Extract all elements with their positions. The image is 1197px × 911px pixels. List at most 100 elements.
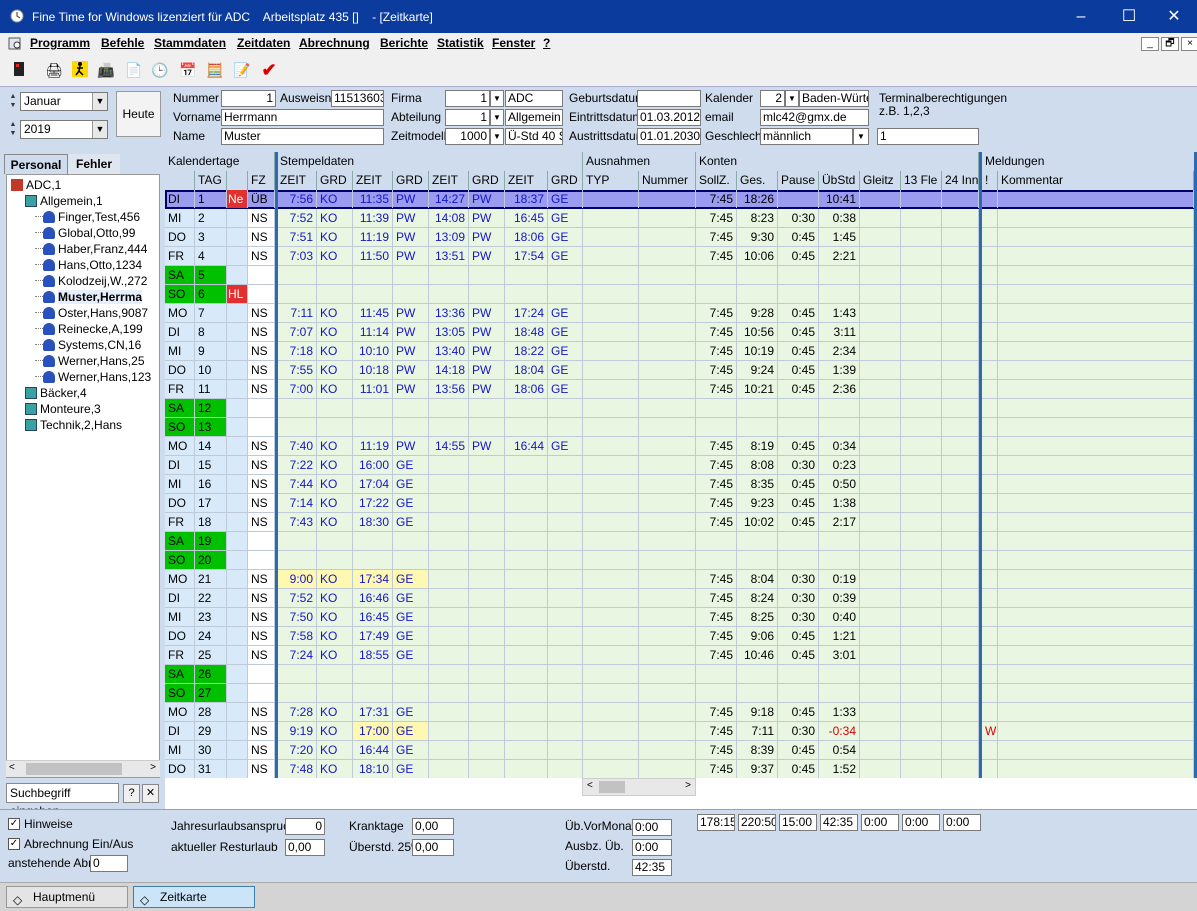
cell-gleitz[interactable] xyxy=(860,570,901,588)
column-header[interactable]: TAG xyxy=(195,171,227,190)
mdi-restore-button[interactable]: 🗗 xyxy=(1161,37,1179,51)
cell-warn[interactable] xyxy=(982,323,998,341)
cell-z4[interactable] xyxy=(505,608,548,626)
cell-i24[interactable] xyxy=(942,209,979,227)
cell-g3[interactable] xyxy=(469,646,505,664)
cell-wd[interactable]: SA xyxy=(165,532,195,550)
cell-pause[interactable]: 0:30 xyxy=(778,722,819,740)
cell-g2[interactable]: GE xyxy=(393,456,429,474)
cell-g4[interactable] xyxy=(548,456,583,474)
cell-ueb[interactable] xyxy=(819,532,860,550)
cell-z1[interactable]: 9:00 xyxy=(277,570,317,588)
cell-soll[interactable]: 7:45 xyxy=(696,228,737,246)
cell-g4[interactable] xyxy=(548,513,583,531)
cell-warn[interactable] xyxy=(982,570,998,588)
cell-soll[interactable]: 7:45 xyxy=(696,646,737,664)
cell-z4[interactable]: 16:45 xyxy=(505,209,548,227)
cell-z3[interactable] xyxy=(429,399,469,417)
cell-f13[interactable] xyxy=(901,570,942,588)
abrechnung-checkbox[interactable]: ✓ xyxy=(8,838,20,850)
cell-komm[interactable] xyxy=(998,380,1194,398)
cell-z3[interactable] xyxy=(429,418,469,436)
cell-i24[interactable] xyxy=(942,741,979,759)
vorname-field[interactable]: Herrmann xyxy=(221,109,384,126)
cell-ges[interactable]: 9:18 xyxy=(737,703,778,721)
cell-mark[interactable] xyxy=(227,494,248,512)
cell-z4[interactable]: 16:44 xyxy=(505,437,548,455)
cell-day[interactable]: 10 xyxy=(195,361,227,379)
ueberstd-field[interactable]: 42:35 xyxy=(632,859,672,876)
cell-i24[interactable] xyxy=(942,722,979,740)
cell-komm[interactable] xyxy=(998,703,1194,721)
cell-z1[interactable]: 7:07 xyxy=(277,323,317,341)
cell-typ[interactable] xyxy=(583,361,639,379)
cell-z1[interactable] xyxy=(277,399,317,417)
cell-i24[interactable] xyxy=(942,285,979,303)
cell-z2[interactable]: 11:19 xyxy=(353,228,393,246)
cell-warn[interactable] xyxy=(982,684,998,702)
cell-z4[interactable] xyxy=(505,513,548,531)
cell-z2[interactable]: 17:04 xyxy=(353,475,393,493)
cell-pause[interactable] xyxy=(778,532,819,550)
cell-fz[interactable] xyxy=(248,285,275,303)
cell-g3[interactable] xyxy=(469,456,505,474)
cell-z3[interactable]: 14:27 xyxy=(429,190,469,208)
cell-num[interactable] xyxy=(639,513,696,531)
cell-z4[interactable] xyxy=(505,760,548,778)
cell-komm[interactable] xyxy=(998,741,1194,759)
cell-g3[interactable] xyxy=(469,627,505,645)
cell-z1[interactable]: 7:14 xyxy=(277,494,317,512)
cell-komm[interactable] xyxy=(998,228,1194,246)
cell-fz[interactable]: NS xyxy=(248,760,275,778)
cell-ueb[interactable]: 0:23 xyxy=(819,456,860,474)
cell-i24[interactable] xyxy=(942,646,979,664)
chevron-down-icon[interactable]: ▼ xyxy=(785,90,799,107)
cell-gleitz[interactable] xyxy=(860,380,901,398)
zeitmodell-nr-field[interactable]: 1000 xyxy=(445,128,490,145)
menu-befehle[interactable]: Befehle xyxy=(101,36,144,50)
cell-g4[interactable] xyxy=(548,703,583,721)
cell-z3[interactable] xyxy=(429,760,469,778)
search-help-button[interactable]: ? xyxy=(123,784,140,803)
cell-z2[interactable]: 10:10 xyxy=(353,342,393,360)
document-icon[interactable]: 📄 xyxy=(125,61,143,79)
cell-num[interactable] xyxy=(639,247,696,265)
cell-g3[interactable] xyxy=(469,513,505,531)
cell-gleitz[interactable] xyxy=(860,741,901,759)
krank-field[interactable]: 0,00 xyxy=(412,818,454,835)
close-button[interactable]: ✕ xyxy=(1151,0,1197,33)
cell-fz[interactable]: NS xyxy=(248,589,275,607)
cell-pause[interactable]: 0:45 xyxy=(778,361,819,379)
cell-z3[interactable]: 13:51 xyxy=(429,247,469,265)
vormonat-field[interactable]: 0:00 xyxy=(632,819,672,836)
table-row[interactable]: FR 4 NS 7:03 KO 11:50 PW 13:51 PW 17:54 GE 7:45 10:0… xyxy=(165,247,1197,266)
cell-ges[interactable]: 8:08 xyxy=(737,456,778,474)
cell-day[interactable]: 9 xyxy=(195,342,227,360)
tree-node[interactable]: Systems,CN,16 xyxy=(35,337,141,353)
cell-gleitz[interactable] xyxy=(860,703,901,721)
cell-day[interactable]: 5 xyxy=(195,266,227,284)
cell-z2[interactable]: 17:34 xyxy=(353,570,393,588)
cell-wd[interactable]: SO xyxy=(165,285,195,303)
cell-g1[interactable]: KO xyxy=(317,627,353,645)
cell-num[interactable] xyxy=(639,285,696,303)
cell-z4[interactable] xyxy=(505,570,548,588)
column-header[interactable]: TYP xyxy=(583,171,639,190)
cell-g2[interactable]: GE xyxy=(393,513,429,531)
cell-gleitz[interactable] xyxy=(860,532,901,550)
cell-komm[interactable] xyxy=(998,247,1194,265)
cell-mark[interactable] xyxy=(227,266,248,284)
cell-fz[interactable]: NS xyxy=(248,228,275,246)
cell-z4[interactable] xyxy=(505,475,548,493)
cell-ueb[interactable]: 1:43 xyxy=(819,304,860,322)
cell-f13[interactable] xyxy=(901,209,942,227)
cell-g2[interactable]: GE xyxy=(393,760,429,778)
cell-mark[interactable]: HL xyxy=(227,285,248,303)
cell-g2[interactable] xyxy=(393,684,429,702)
cell-day[interactable]: 27 xyxy=(195,684,227,702)
cell-g2[interactable]: PW xyxy=(393,247,429,265)
cell-z4[interactable]: 17:54 xyxy=(505,247,548,265)
cell-komm[interactable] xyxy=(998,684,1194,702)
firma-nr-field[interactable]: 1 xyxy=(445,90,490,107)
cell-fz[interactable] xyxy=(248,665,275,683)
